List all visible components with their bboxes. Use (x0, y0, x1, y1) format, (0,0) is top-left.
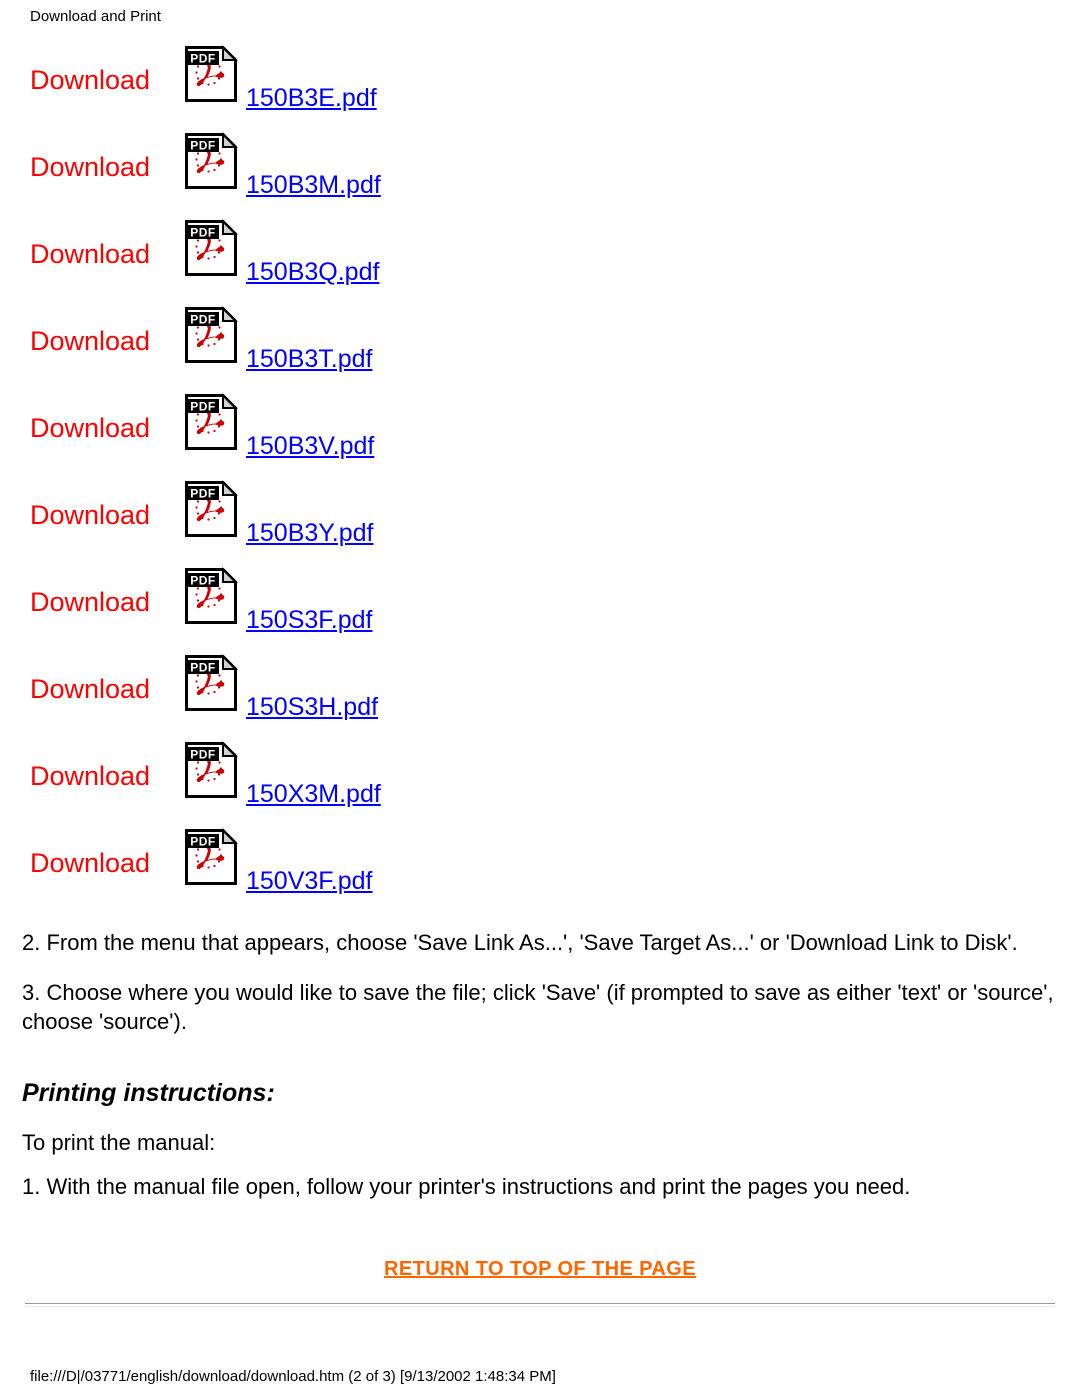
pdf-file-icon: PDF (183, 566, 239, 626)
svg-text:PDF: PDF (190, 748, 216, 762)
svg-text:PDF: PDF (190, 835, 216, 849)
pdf-file-icon: PDF (183, 827, 239, 887)
download-row: Download PDF 150B3Y.pdf (0, 479, 1080, 566)
printing-instructions-heading: Printing instructions: (22, 1079, 275, 1107)
pdf-file-link[interactable]: 150B3M.pdf (246, 171, 381, 200)
svg-text:PDF: PDF (190, 313, 216, 327)
download-row: Download PDF 150B3M.pdf (0, 131, 1080, 218)
pdf-file-icon: PDF (183, 653, 239, 713)
download-row: Download PDF 150B3E.pdf (0, 44, 1080, 131)
footer-file-path: file:///D|/03771/english/download/downlo… (30, 1368, 556, 1385)
pdf-file-icon: PDF (183, 305, 239, 365)
download-row: Download PDF 150V3F.pdf (0, 827, 1080, 914)
download-label: Download (30, 239, 151, 269)
pdf-file-link[interactable]: 150B3V.pdf (246, 432, 374, 461)
download-row: Download PDF 150B3V.pdf (0, 392, 1080, 479)
pdf-file-link[interactable]: 150B3T.pdf (246, 345, 373, 374)
page-title: Download and Print (30, 8, 161, 25)
download-label: Download (30, 65, 151, 95)
pdf-file-icon: PDF (183, 218, 239, 278)
footer-divider (25, 1303, 1055, 1307)
download-row: Download PDF 150S3H.pdf (0, 653, 1080, 740)
download-label: Download (30, 848, 151, 878)
svg-text:PDF: PDF (190, 52, 216, 66)
download-label: Download (30, 413, 151, 443)
svg-text:PDF: PDF (190, 487, 216, 501)
svg-text:PDF: PDF (190, 226, 216, 240)
pdf-file-link[interactable]: 150X3M.pdf (246, 780, 381, 809)
svg-text:PDF: PDF (190, 661, 216, 675)
pdf-file-icon: PDF (183, 740, 239, 800)
pdf-file-icon: PDF (183, 392, 239, 452)
svg-text:PDF: PDF (190, 574, 216, 588)
pdf-file-link[interactable]: 150V3F.pdf (246, 867, 373, 896)
download-label: Download (30, 761, 151, 791)
download-row: Download PDF 150X3M.pdf (0, 740, 1080, 827)
download-list: Download PDF 150B3E.pdf Download PDF 150B3M.p… (0, 44, 1080, 914)
download-label: Download (30, 326, 151, 356)
return-to-top-container: RETURN TO TOP OF THE PAGE (0, 1258, 1080, 1281)
pdf-file-link[interactable]: 150S3F.pdf (246, 606, 373, 635)
pdf-file-link[interactable]: 150B3E.pdf (246, 84, 377, 113)
pdf-file-link[interactable]: 150S3H.pdf (246, 693, 378, 722)
download-row: Download PDF 150S3F.pdf (0, 566, 1080, 653)
svg-text:PDF: PDF (190, 139, 216, 153)
pdf-file-link[interactable]: 150B3Q.pdf (246, 258, 379, 287)
instruction-step-3: 3. Choose where you would like to save t… (22, 980, 1054, 1034)
pdf-file-link[interactable]: 150B3Y.pdf (246, 519, 373, 548)
download-label: Download (30, 152, 151, 182)
instruction-step-2: 2. From the menu that appears, choose 'S… (22, 930, 1018, 955)
svg-text:PDF: PDF (190, 400, 216, 414)
pdf-file-icon: PDF (183, 479, 239, 539)
pdf-file-icon: PDF (183, 131, 239, 191)
download-label: Download (30, 587, 151, 617)
printing-lead-text: To print the manual: (22, 1130, 216, 1155)
download-label: Download (30, 674, 151, 704)
download-row: Download PDF 150B3Q.pdf (0, 218, 1080, 305)
download-row: Download PDF 150B3T.pdf (0, 305, 1080, 392)
return-to-top-link[interactable]: RETURN TO TOP OF THE PAGE (384, 1258, 696, 1280)
download-label: Download (30, 500, 151, 530)
printing-step-1: 1. With the manual file open, follow you… (22, 1174, 911, 1199)
pdf-file-icon: PDF (183, 44, 239, 104)
